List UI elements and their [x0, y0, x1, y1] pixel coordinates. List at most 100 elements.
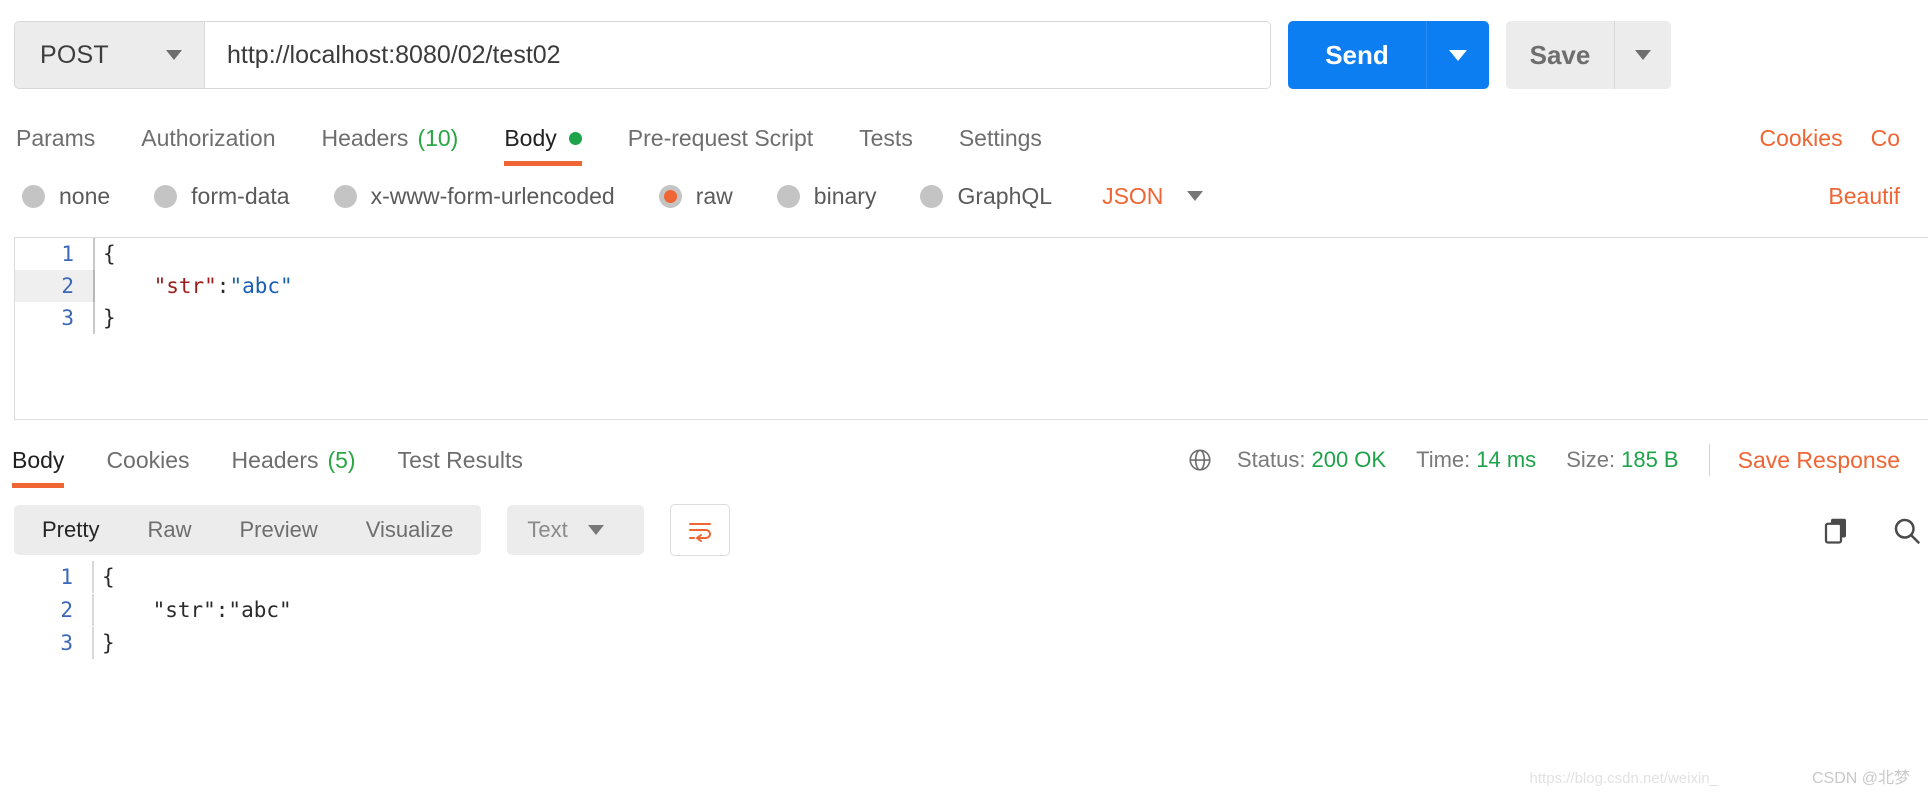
wrap-lines-icon [688, 523, 711, 542]
wrap-lines-button[interactable] [669, 504, 730, 556]
line-number: 2 [60, 597, 73, 622]
body-type-raw[interactable]: raw [658, 183, 733, 210]
token-colon: : [216, 274, 230, 298]
copy-button[interactable] [1814, 508, 1858, 552]
body-type-x-www-form-urlencoded[interactable]: x-www-form-urlencoded [333, 183, 615, 210]
radio-icon [22, 184, 45, 208]
request-tab-bar-right-links: Cookies Co [1759, 110, 1928, 166]
view-raw[interactable]: Raw [123, 505, 215, 555]
token-key: "str" [153, 274, 217, 298]
request-url-input[interactable]: http://localhost:8080/02/test02 [205, 22, 1270, 88]
save-response-link[interactable]: Save Response [1738, 447, 1900, 474]
body-format-selector[interactable]: JSON [1102, 182, 1204, 210]
line-content: { [93, 238, 1928, 270]
tab-label: Params [16, 124, 96, 151]
request-tab-bar: Params Authorization Headers (10) Body P… [0, 110, 1928, 168]
body-type-form-data[interactable]: form-data [154, 182, 290, 210]
response-body-viewer[interactable]: 1 { 2 "str":"abc" 3 } [14, 560, 1928, 659]
code-link[interactable]: Co [1871, 125, 1900, 152]
tab-label: Body [504, 124, 557, 151]
radio-label: form-data [191, 182, 290, 209]
time-value: 14 ms [1476, 447, 1537, 472]
status-label: Status: [1236, 447, 1306, 472]
divider [1708, 444, 1710, 476]
line-content: "str":"abc" [92, 593, 1928, 626]
watermark-url: https://blog.csdn.net/weixin_ [1529, 770, 1718, 787]
code-line[interactable]: 2 "str" : "abc" [15, 270, 1928, 302]
tab-settings[interactable]: Settings [959, 110, 1042, 166]
code-line[interactable]: 3 } [15, 302, 1928, 334]
cookies-link[interactable]: Cookies [1759, 125, 1842, 152]
body-type-none[interactable]: none [22, 183, 110, 210]
tab-label: Tests [859, 124, 913, 151]
token: { [103, 242, 116, 266]
body-type-binary[interactable]: binary [776, 183, 876, 210]
body-format-label: JSON [1102, 182, 1164, 209]
token-string: "abc" [229, 274, 293, 298]
search-button[interactable] [1884, 508, 1928, 552]
radio-label: none [59, 182, 111, 209]
body-type-graphql[interactable]: GraphQL [920, 183, 1052, 210]
body-type-radio-group: none form-data x-www-form-urlencoded raw… [0, 168, 1928, 224]
view-preview[interactable]: Preview [215, 505, 341, 555]
chevron-down-icon [166, 50, 182, 60]
radio-icon [154, 184, 178, 208]
send-group: Send [1288, 21, 1489, 89]
save-options-button[interactable] [1614, 21, 1671, 89]
code-line: 2 "str":"abc" [14, 593, 1928, 626]
line-number: 1 [61, 242, 74, 266]
beautify-link[interactable]: Beautif [1828, 183, 1900, 210]
watermark-tag: CSDN @北梦 [1811, 770, 1910, 787]
tab-tests[interactable]: Tests [859, 110, 913, 166]
tab-pre-request-script[interactable]: Pre-request Script [628, 110, 813, 166]
tab-label: Body [12, 446, 65, 473]
response-tab-test-results[interactable]: Test Results [398, 432, 523, 488]
chevron-down-icon [1635, 50, 1651, 60]
radio-selected-icon [658, 184, 682, 208]
response-tab-headers[interactable]: Headers (5) [232, 432, 356, 488]
size-indicator: Size: 185 B [1566, 447, 1678, 473]
tab-label: Pre-request Script [627, 124, 814, 151]
status-value: 200 OK [1311, 447, 1387, 472]
size-label: Size: [1566, 447, 1616, 472]
view-visualize[interactable]: Visualize [342, 505, 478, 555]
save-button[interactable]: Save [1506, 21, 1614, 89]
request-bar: POST http://localhost:8080/02/test02 Sen… [0, 0, 1928, 110]
line-number: 1 [60, 564, 73, 589]
token: } [103, 306, 116, 330]
tab-authorization[interactable]: Authorization [141, 110, 275, 166]
globe-icon[interactable] [1187, 447, 1213, 473]
line-content: } [93, 302, 1928, 334]
http-method-label: POST [40, 40, 109, 69]
request-body-editor[interactable]: 1 { 2 "str" : "abc" 3 } [14, 237, 1928, 420]
tab-headers[interactable]: Headers (10) [322, 110, 459, 166]
radio-label: GraphQL [957, 182, 1053, 209]
response-tab-body[interactable]: Body [12, 432, 65, 488]
chevron-down-icon [1187, 191, 1204, 201]
response-view-toolbar: Pretty Raw Preview Visualize Text [14, 500, 1928, 560]
chevron-down-icon [1449, 49, 1467, 61]
line-number: 3 [60, 630, 73, 655]
time-indicator: Time: 14 ms [1416, 447, 1536, 473]
radio-icon [776, 184, 800, 208]
copy-icon [1824, 518, 1846, 544]
line-number: 3 [61, 306, 74, 330]
tab-label: Test Results [397, 446, 523, 473]
tab-params[interactable]: Params [16, 110, 95, 166]
send-button[interactable]: Send [1288, 21, 1426, 89]
http-method-selector[interactable]: POST [15, 22, 205, 88]
tab-label: Headers [321, 124, 409, 151]
response-format-selector[interactable]: Text [507, 505, 644, 555]
code-line: 1 { [14, 560, 1928, 593]
tab-label: Settings [958, 124, 1042, 151]
tab-label: Authorization [141, 124, 276, 151]
code-line[interactable]: 1 { [15, 238, 1928, 270]
body-present-dot-icon [568, 131, 582, 145]
send-options-button[interactable] [1426, 21, 1489, 89]
save-group: Save [1506, 21, 1671, 89]
tab-body[interactable]: Body [504, 110, 583, 166]
line-content: "str" : "abc" [93, 270, 1928, 302]
response-tab-cookies[interactable]: Cookies [106, 432, 189, 488]
view-pretty[interactable]: Pretty [18, 505, 123, 555]
